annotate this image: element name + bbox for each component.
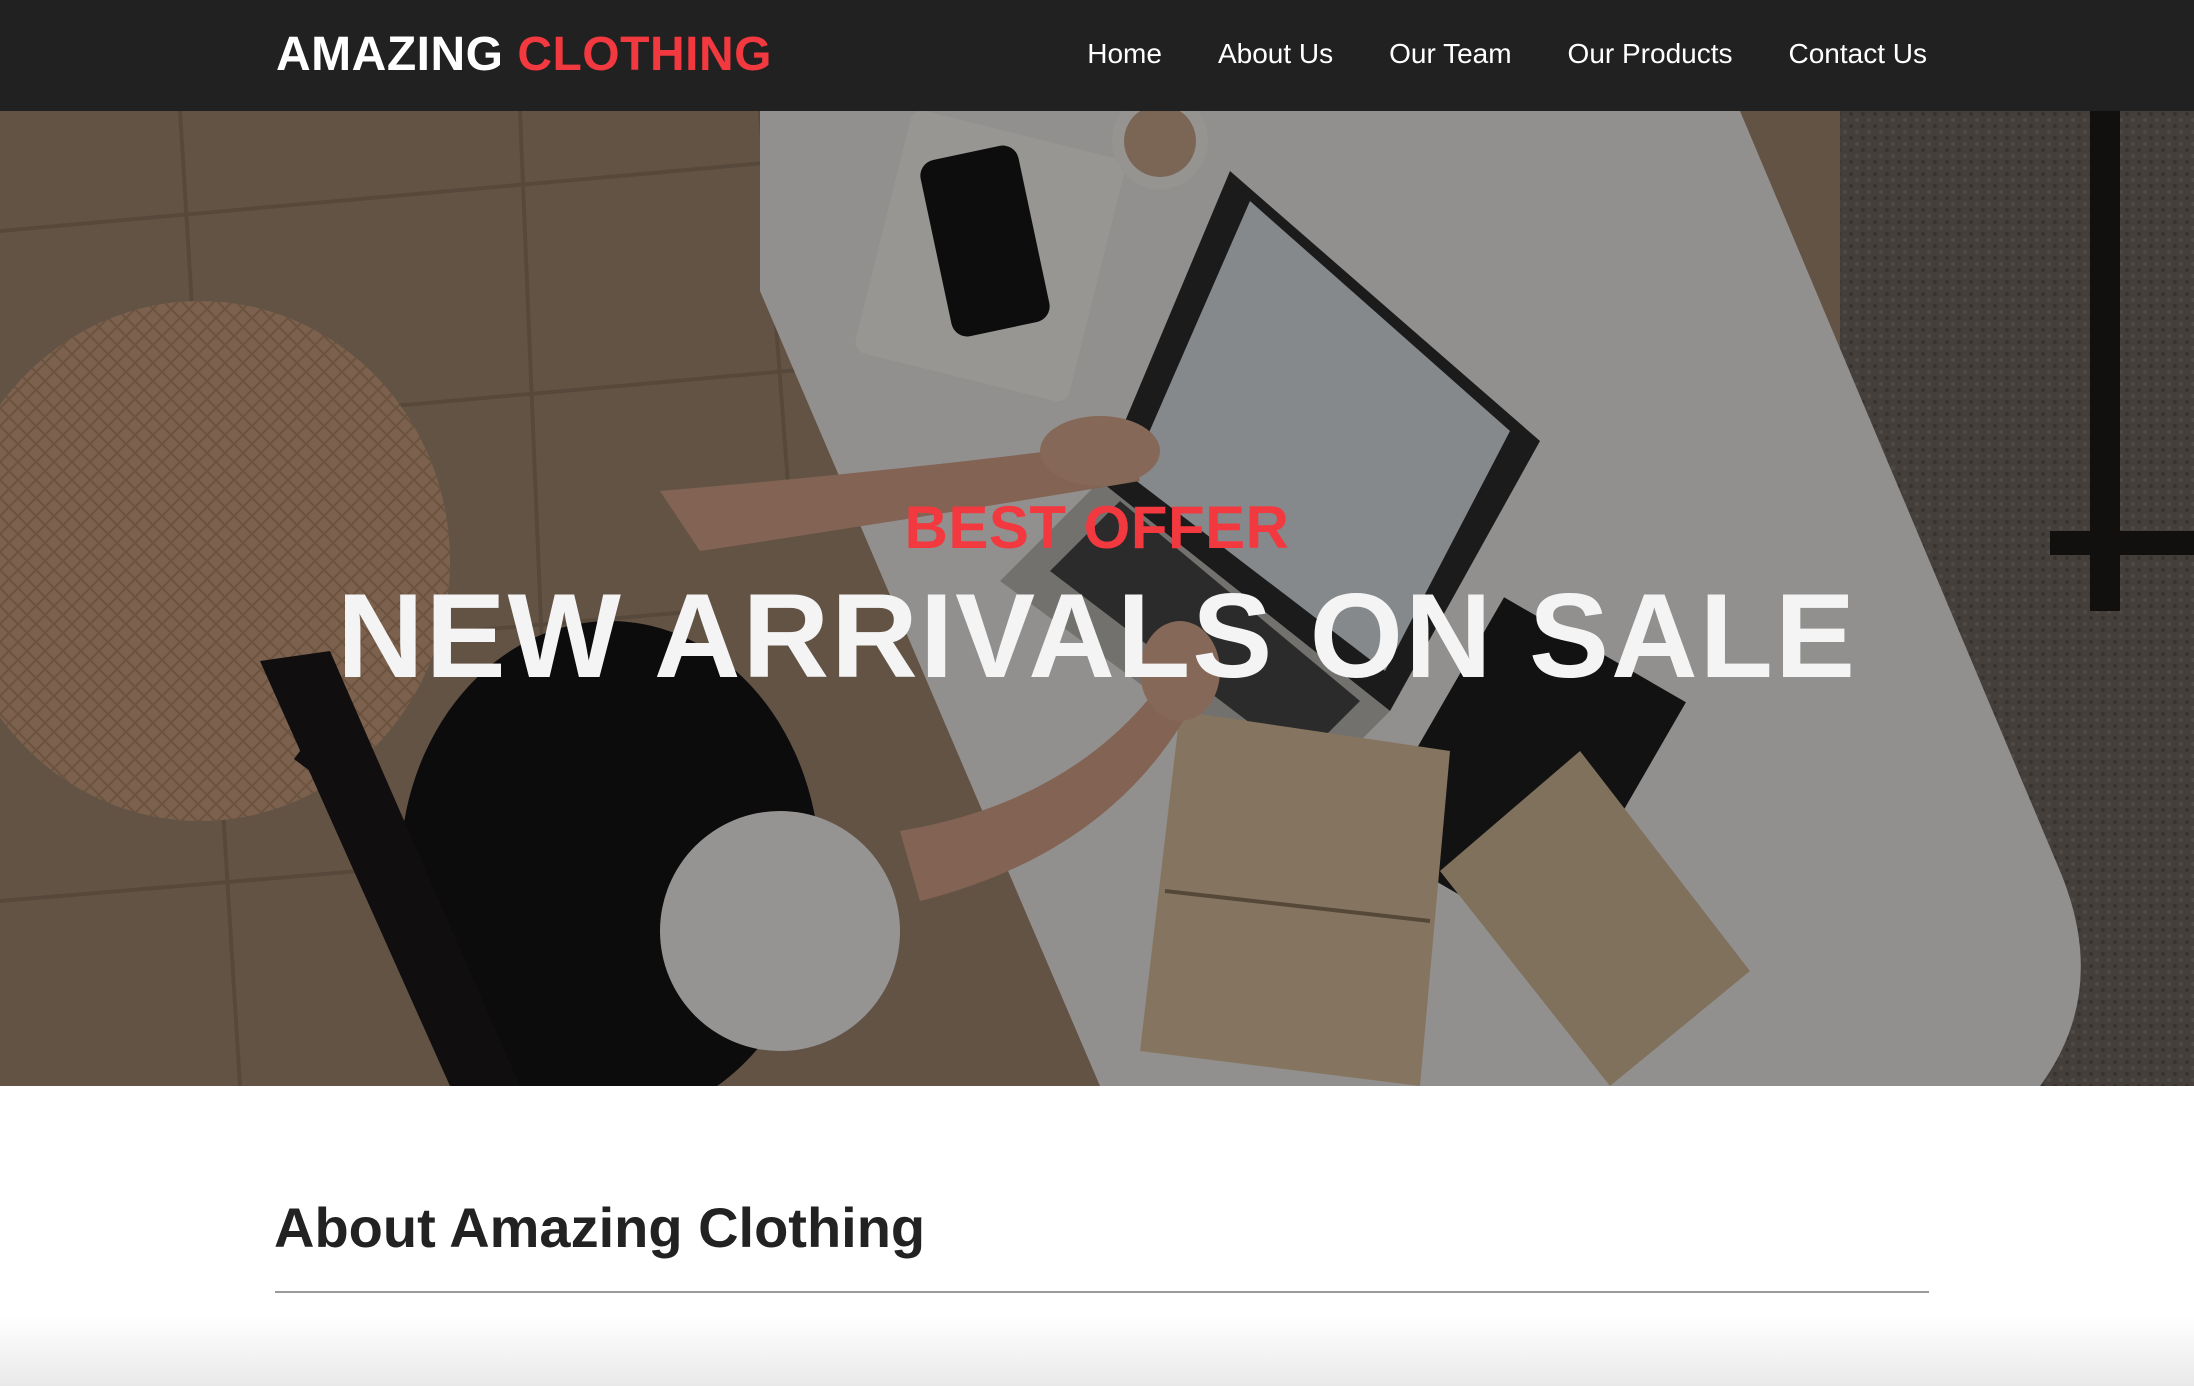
- section-divider: [275, 1291, 1929, 1293]
- hero-banner: BEST OFFER NEW ARRIVALS ON SALE: [0, 111, 2194, 1086]
- main-nav: Home About Us Our Team Our Products Cont…: [1087, 36, 1927, 72]
- nav-link-our-products[interactable]: Our Products: [1568, 36, 1733, 72]
- brand-word-amazing: AMAZING: [276, 28, 504, 81]
- nav-link-home[interactable]: Home: [1087, 36, 1162, 72]
- hero-kicker-text: BEST OFFER: [904, 494, 1290, 561]
- about-section-heading: About Amazing Clothing: [274, 1196, 926, 1259]
- nav-link-our-team[interactable]: Our Team: [1389, 36, 1511, 72]
- hero-headline: NEW ARRIVALS ON SALE: [336, 569, 1858, 703]
- top-navbar: AMAZING CLOTHING Home About Us Our Team …: [0, 0, 2194, 111]
- nav-link-about-us[interactable]: About Us: [1218, 36, 1333, 72]
- brand-logo[interactable]: AMAZING CLOTHING: [276, 27, 772, 83]
- page-bottom-fade: [0, 1316, 2194, 1386]
- brand-word-clothing: CLOTHING: [517, 28, 772, 81]
- nav-link-contact-us[interactable]: Contact Us: [1789, 36, 1928, 72]
